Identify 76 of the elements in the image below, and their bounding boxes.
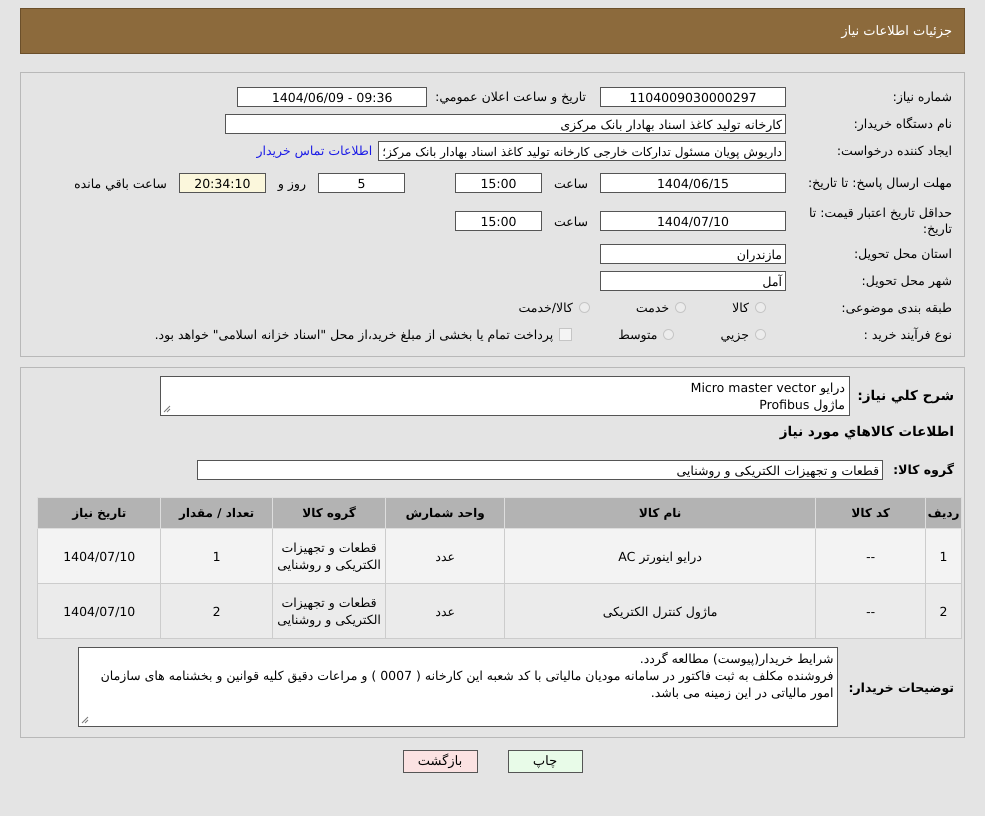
days-label: روز و	[278, 176, 306, 190]
field-label: نام دستگاه خریدار:	[852, 116, 953, 132]
field-label: استان محل تحویل:	[852, 246, 953, 262]
back-button[interactable]: بازگشت	[402, 750, 478, 773]
column-header: نام کالا	[504, 498, 816, 528]
need-number-field[interactable]: 1104009030000297	[600, 86, 786, 106]
field-label: ایجاد کننده درخواست:	[836, 142, 953, 158]
column-header: تاریخ نیاز	[38, 498, 161, 528]
field-label: شهر محل تحویل:	[860, 272, 953, 288]
field-label: شماره نیاز:	[892, 88, 953, 104]
table-cell: --	[816, 584, 926, 638]
table-cell: 1404/07/10	[38, 528, 161, 584]
buyer-notes-field[interactable]: شرایط خریدار(پیوست) مطالعه گردد. فروشنده مکلف به ثبت فاکتور در سامانه مودیان مالیاتی با کد شعبه این کارخانه ( 0007 ) و مراعات دقیق کلیه قوانین و بخشنامه های سازمان امور مالیاتی در این زمینه می باشد.	[78, 647, 838, 727]
field-label: حداقل تاریخ اعتبار قیمت: تا تاریخ:	[808, 205, 953, 237]
radio-label: خدمت	[636, 300, 670, 315]
payment-note: پرداخت تمام یا بخشی از مبلغ خرید،از محل "اسناد خزانه اسلامی" خواهد بود.	[154, 327, 554, 342]
radio-label: متوسط	[618, 327, 658, 342]
notes-line: شرایط خریدار(پیوست) مطالعه گردد.	[638, 650, 834, 667]
time-label: ساعت	[554, 214, 588, 228]
table-cell: عدد	[386, 584, 504, 638]
requester-field[interactable]: داریوش پویان مسئول تدارکات خارجی کارخانه تولید کاغذ اسناد بهادار بانک مرکز؛	[378, 140, 786, 160]
field-label: طبقه بندی موضوعی:	[840, 300, 953, 316]
city-field[interactable]: آمل	[600, 270, 786, 290]
date-field[interactable]: 1404/07/10	[600, 211, 786, 231]
field-label: مهلت ارسال پاسخ: تا تاریخ:	[806, 175, 953, 191]
date-field[interactable]: 1404/06/15	[600, 173, 786, 193]
table-cell: درایو اینورتر AC	[504, 528, 816, 584]
column-header: گروه کالا	[272, 498, 386, 528]
radio-button[interactable]	[755, 302, 766, 313]
remaining-time-field: 20:34:10	[178, 173, 266, 193]
notes-line: فروشنده مکلف به ثبت فاکتور در سامانه مودیان مالیاتی با کد شعبه این کارخانه ( 0007 ) و مراعات دقیق کلیه قوانین و بخشنامه های سازمان امور مالیاتی در این زمینه می باشد.	[100, 667, 834, 701]
table-cell: 2	[926, 584, 962, 638]
resize-grip-icon[interactable]	[81, 716, 90, 724]
column-header: ردیف	[926, 498, 962, 528]
table-cell: --	[816, 528, 926, 584]
radio-label: کالا	[732, 300, 749, 315]
table-cell: 2	[160, 584, 272, 638]
description-line: درایو Micro master vector	[690, 379, 845, 396]
field-label: تاریخ و ساعت اعلان عمومي:	[435, 89, 586, 104]
checkbox[interactable]	[559, 328, 572, 341]
field-label: توضیحات خریدار:	[848, 680, 955, 694]
column-header: واحد شمارش	[386, 498, 504, 528]
radio-button[interactable]	[755, 329, 766, 340]
print-button[interactable]: چاپ	[508, 750, 582, 773]
radio-label: جزيي	[720, 327, 749, 342]
announce-date-field[interactable]: 1404/06/09 - 09:36	[237, 86, 428, 106]
table-cell: قطعات و تجهیزات الکتریکی و روشنایی	[272, 528, 386, 584]
table-cell: قطعات و تجهیزات الکتریکی و روشنایی	[272, 584, 386, 638]
field-label: نوع فرآیند خرید :	[862, 326, 953, 342]
section-heading: اطلاعات كالاهاي مورد نياز	[778, 423, 955, 442]
table-cell: ماژول کنترل الکتریکی	[504, 584, 816, 638]
table-cell: 1	[926, 528, 962, 584]
province-field[interactable]: مازندران	[600, 244, 786, 264]
time-field[interactable]: 15:00	[454, 211, 542, 231]
time-label: ساعت	[554, 176, 588, 190]
description-field[interactable]: درایو Micro master vector ماژول Profibus	[160, 376, 850, 416]
table-cell: 1404/07/10	[38, 584, 161, 638]
field-label: گروه کالا:	[893, 462, 955, 477]
table-cell: عدد	[386, 528, 504, 584]
remaining-label: ساعت باقي مانده	[74, 176, 167, 190]
column-header: تعداد / مقدار	[160, 498, 272, 528]
radio-label: کالا/خدمت	[518, 300, 573, 315]
contact-link[interactable]: اطلاعات تماس خریدار	[256, 143, 372, 158]
goods-group-field[interactable]: قطعات و تجهیزات الکتریکی و روشنایی	[197, 460, 884, 480]
header-title: جزئیات اطلاعات نیاز	[841, 24, 952, 38]
days-field[interactable]: 5	[318, 173, 405, 193]
radio-button[interactable]	[675, 302, 686, 313]
table-cell: 1	[160, 528, 272, 584]
radio-button[interactable]	[578, 302, 590, 313]
radio-button[interactable]	[663, 329, 674, 340]
time-field[interactable]: 15:00	[454, 173, 542, 193]
field-label: شرح كلي نياز:	[856, 388, 955, 404]
description-line: ماژول Profibus	[758, 396, 845, 413]
column-header: کد کالا	[816, 498, 926, 528]
resize-grip-icon[interactable]	[163, 405, 171, 413]
buyer-org-field[interactable]: کارخانه تولید کاغذ اسناد بهادار بانک مرکزی	[225, 114, 786, 134]
